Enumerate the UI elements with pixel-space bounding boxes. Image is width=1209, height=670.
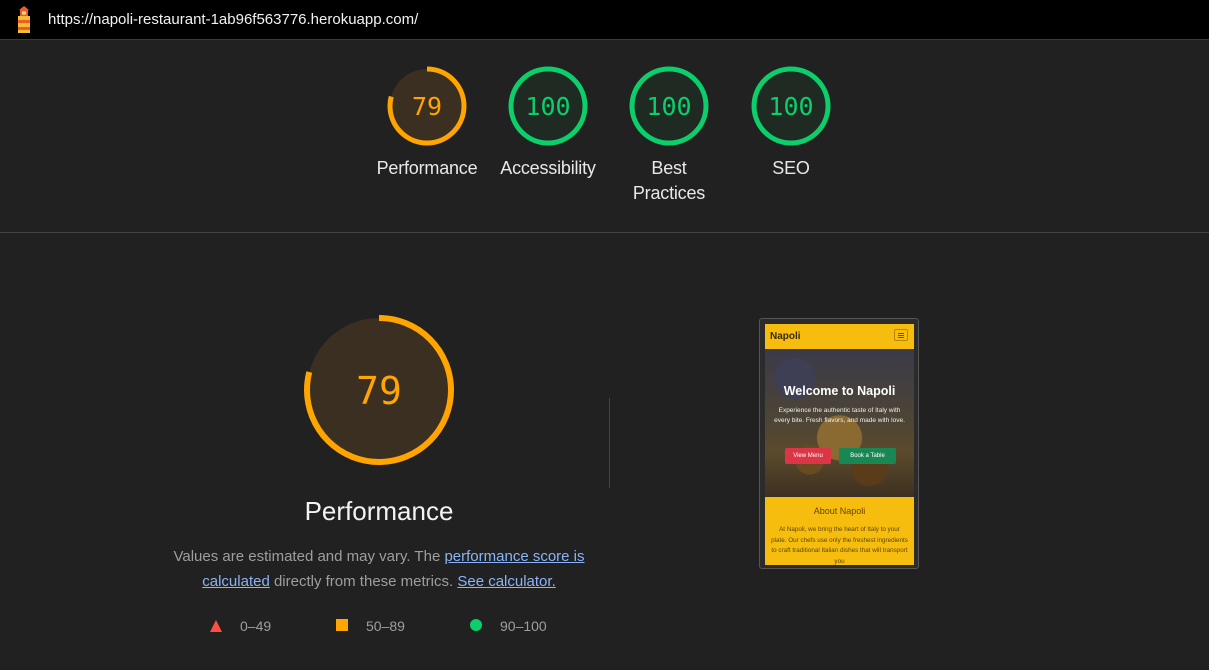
score-summary: 79 Performance 100 Accessibility 100 Bes… xyxy=(0,40,1209,233)
page-url-link[interactable]: https://napoli-restaurant-1ab96f563776.h… xyxy=(48,11,418,28)
gauge-label: SEO xyxy=(772,158,810,178)
see-calculator-link[interactable]: See calculator. xyxy=(457,573,555,590)
gauge-label-line1: Best xyxy=(651,158,687,178)
performance-description: Values are estimated and may vary. The p… xyxy=(169,544,589,594)
gauge-score: 100 xyxy=(646,92,691,121)
screenshot-viewport: Napoli Welcome to Napoli Experience the … xyxy=(765,324,914,565)
gauge-best-practices[interactable]: 100 Best Practices xyxy=(614,64,724,206)
gauge-performance[interactable]: 79 Performance xyxy=(372,64,482,181)
view-menu-button: View Menu xyxy=(785,448,831,464)
gauge-score: 79 xyxy=(412,92,442,121)
gauge-score: 100 xyxy=(768,92,813,121)
lighthouse-icon xyxy=(18,6,30,33)
legend-range: 50–89 xyxy=(366,618,405,634)
hero-text: Experience the authentic taste of Italy … xyxy=(774,407,905,424)
gauge-label: Performance xyxy=(376,158,478,178)
site-brand: Napoli xyxy=(770,331,801,342)
gauge-label: Accessibility xyxy=(500,158,596,178)
performance-heading: Performance xyxy=(304,496,454,526)
legend-range: 90–100 xyxy=(500,618,547,634)
book-table-button: Book a Table xyxy=(839,448,896,464)
circle-icon xyxy=(470,619,482,631)
hero-section: Welcome to Napoli Experience the authent… xyxy=(765,349,914,497)
gauge-seo[interactable]: 100 SEO xyxy=(736,64,846,181)
seo-gauge-ring: 100 xyxy=(751,66,831,146)
final-screenshot[interactable]: Napoli Welcome to Napoli Experience the … xyxy=(759,318,919,569)
accessibility-gauge-ring: 100 xyxy=(508,66,588,146)
triangle-icon xyxy=(210,620,222,632)
about-text: At Napoli, we bring the heart of Italy t… xyxy=(771,526,908,565)
desc-text-2: directly from these metrics. xyxy=(269,573,458,590)
desc-text-1: Values are estimated and may vary. The xyxy=(173,548,445,565)
hamburger-menu-icon xyxy=(894,329,908,341)
gauge-score: 100 xyxy=(525,92,570,121)
performance-score: 79 xyxy=(356,369,402,413)
square-icon xyxy=(336,619,348,631)
best-practices-gauge-ring: 100 xyxy=(629,66,709,146)
about-title: About Napoli xyxy=(813,506,866,516)
performance-big-gauge: 79 xyxy=(304,315,454,465)
gauge-label-line2: Practices xyxy=(632,183,706,203)
legend-range: 0–49 xyxy=(240,618,272,634)
report-header: https://napoli-restaurant-1ab96f563776.h… xyxy=(0,0,1209,40)
hero-title: Welcome to Napoli xyxy=(783,384,896,398)
performance-gauge-ring: 79 xyxy=(387,66,467,146)
gauge-accessibility[interactable]: 100 Accessibility xyxy=(493,64,603,181)
site-navbar: Napoli xyxy=(765,324,914,349)
section-divider xyxy=(609,398,610,488)
gauge-label: Best Practices xyxy=(614,156,724,206)
